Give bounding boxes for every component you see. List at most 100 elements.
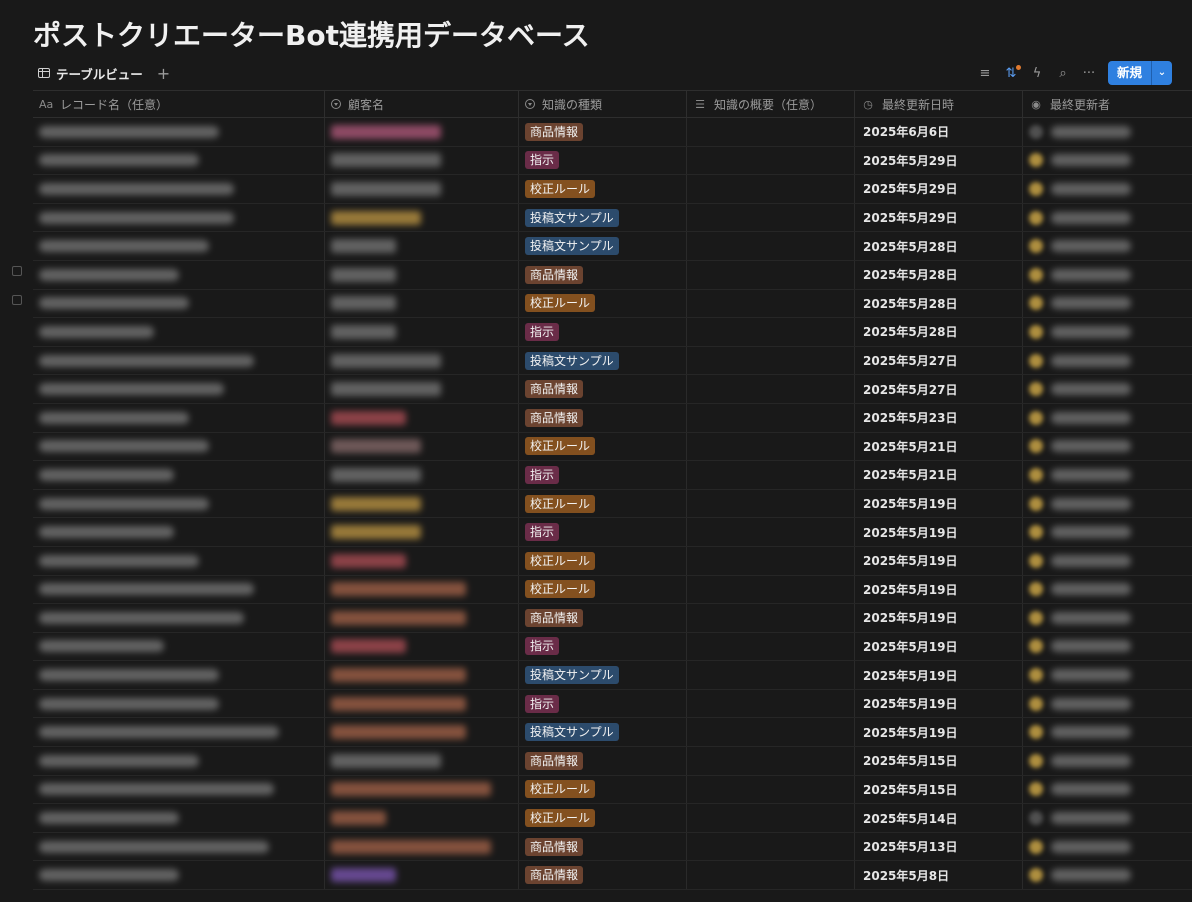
knowledge-type-cell[interactable]: 校正ルール xyxy=(519,775,687,804)
last-edited-by-cell[interactable] xyxy=(1023,290,1192,318)
last-edited-time-cell[interactable]: 2025年6月6日 xyxy=(855,118,1023,146)
table-row[interactable]: 商品情報 2025年5月8日 xyxy=(33,861,1192,891)
customer-cell[interactable] xyxy=(325,632,519,661)
summary-cell[interactable] xyxy=(687,432,855,461)
last-edited-time-cell[interactable]: 2025年5月19日 xyxy=(855,489,1023,518)
last-edited-time-cell[interactable]: 2025年5月19日 xyxy=(855,575,1023,604)
record-name-cell[interactable] xyxy=(33,747,325,775)
summary-cell[interactable] xyxy=(687,518,855,546)
column-header-knowledge-type[interactable]: 知識の種類 xyxy=(519,91,687,117)
customer-cell[interactable] xyxy=(325,118,519,146)
table-row[interactable]: 商品情報 2025年5月15日 xyxy=(33,747,1192,776)
last-edited-by-cell[interactable] xyxy=(1023,347,1192,375)
last-edited-time-cell[interactable]: 2025年5月19日 xyxy=(855,546,1023,575)
row-checkbox[interactable] xyxy=(12,295,22,305)
customer-cell[interactable] xyxy=(325,346,519,375)
customer-cell[interactable] xyxy=(325,832,519,861)
table-row[interactable]: 校正ルール 2025年5月19日 xyxy=(33,489,1192,519)
last-edited-by-cell[interactable] xyxy=(1023,833,1192,861)
summary-cell[interactable] xyxy=(687,318,855,346)
summary-cell[interactable] xyxy=(687,461,855,489)
last-edited-by-cell[interactable] xyxy=(1023,318,1192,346)
row-checkbox[interactable] xyxy=(12,266,22,276)
last-edited-by-cell[interactable] xyxy=(1023,861,1192,889)
table-row[interactable]: 校正ルール 2025年5月29日 xyxy=(33,175,1192,204)
knowledge-type-cell[interactable]: 商品情報 xyxy=(519,832,687,861)
knowledge-type-cell[interactable]: 商品情報 xyxy=(519,861,687,890)
knowledge-type-cell[interactable]: 指示 xyxy=(519,632,687,661)
record-name-cell[interactable] xyxy=(33,318,325,346)
table-row[interactable]: 校正ルール 2025年5月15日 xyxy=(33,775,1192,805)
knowledge-type-cell[interactable]: 校正ルール xyxy=(519,546,687,575)
summary-cell[interactable] xyxy=(687,289,855,318)
customer-cell[interactable] xyxy=(325,203,519,232)
record-name-cell[interactable] xyxy=(33,432,325,461)
table-row[interactable]: 指示 2025年5月19日 xyxy=(33,689,1192,719)
customer-cell[interactable] xyxy=(325,518,519,546)
record-name-cell[interactable] xyxy=(33,546,325,575)
record-name-cell[interactable] xyxy=(33,661,325,689)
knowledge-type-cell[interactable]: 指示 xyxy=(519,518,687,546)
automation-icon[interactable]: ϟ xyxy=(1030,66,1044,81)
knowledge-type-cell[interactable]: 商品情報 xyxy=(519,747,687,775)
table-row[interactable]: 投稿文サンプル 2025年5月19日 xyxy=(33,661,1192,690)
last-edited-time-cell[interactable]: 2025年5月14日 xyxy=(855,804,1023,832)
table-row[interactable]: 投稿文サンプル 2025年5月19日 xyxy=(33,718,1192,748)
last-edited-time-cell[interactable]: 2025年5月19日 xyxy=(855,604,1023,632)
sort-icon[interactable]: ⇅ xyxy=(1004,64,1021,81)
customer-cell[interactable] xyxy=(325,718,519,747)
summary-cell[interactable] xyxy=(687,232,855,260)
last-edited-time-cell[interactable]: 2025年5月19日 xyxy=(855,632,1023,661)
record-name-cell[interactable] xyxy=(33,461,325,489)
knowledge-type-cell[interactable]: 校正ルール xyxy=(519,175,687,203)
last-edited-time-cell[interactable]: 2025年5月19日 xyxy=(855,518,1023,546)
summary-cell[interactable] xyxy=(687,604,855,632)
knowledge-type-cell[interactable]: 投稿文サンプル xyxy=(519,661,687,689)
table-row[interactable]: 指示 2025年5月21日 xyxy=(33,461,1192,490)
knowledge-type-cell[interactable]: 校正ルール xyxy=(519,804,687,832)
record-name-cell[interactable] xyxy=(33,289,325,318)
knowledge-type-cell[interactable]: 指示 xyxy=(519,689,687,718)
last-edited-time-cell[interactable]: 2025年5月21日 xyxy=(855,432,1023,461)
customer-cell[interactable] xyxy=(325,747,519,775)
table-row[interactable]: 商品情報 2025年5月28日 xyxy=(33,260,1192,290)
table-row[interactable]: 投稿文サンプル 2025年5月29日 xyxy=(33,203,1192,233)
last-edited-time-cell[interactable]: 2025年5月28日 xyxy=(855,318,1023,346)
table-row[interactable]: 指示 2025年5月19日 xyxy=(33,632,1192,662)
new-button[interactable]: 新規 ⌄ xyxy=(1107,61,1172,85)
last-edited-by-cell[interactable] xyxy=(1023,404,1192,432)
knowledge-type-cell[interactable]: 投稿文サンプル xyxy=(519,346,687,375)
knowledge-type-cell[interactable]: 投稿文サンプル xyxy=(519,232,687,260)
knowledge-type-cell[interactable]: 校正ルール xyxy=(519,432,687,461)
table-row[interactable]: 校正ルール 2025年5月19日 xyxy=(33,575,1192,605)
customer-cell[interactable] xyxy=(325,232,519,260)
customer-cell[interactable] xyxy=(325,461,519,489)
last-edited-by-cell[interactable] xyxy=(1023,747,1192,775)
customer-cell[interactable] xyxy=(325,546,519,575)
table-row[interactable]: 商品情報 2025年5月23日 xyxy=(33,403,1192,433)
summary-cell[interactable] xyxy=(687,718,855,747)
summary-cell[interactable] xyxy=(687,203,855,232)
last-edited-by-cell[interactable] xyxy=(1023,633,1192,661)
knowledge-type-cell[interactable]: 商品情報 xyxy=(519,604,687,632)
customer-cell[interactable] xyxy=(325,489,519,518)
record-name-cell[interactable] xyxy=(33,604,325,632)
customer-cell[interactable] xyxy=(325,175,519,203)
summary-cell[interactable] xyxy=(687,146,855,175)
last-edited-by-cell[interactable] xyxy=(1023,661,1192,689)
summary-cell[interactable] xyxy=(687,546,855,575)
last-edited-by-cell[interactable] xyxy=(1023,576,1192,604)
customer-cell[interactable] xyxy=(325,260,519,289)
record-name-cell[interactable] xyxy=(33,518,325,546)
table-row[interactable]: 校正ルール 2025年5月28日 xyxy=(33,289,1192,319)
customer-cell[interactable] xyxy=(325,689,519,718)
table-row[interactable]: 商品情報 2025年5月19日 xyxy=(33,604,1192,633)
record-name-cell[interactable] xyxy=(33,775,325,804)
customer-cell[interactable] xyxy=(325,146,519,175)
last-edited-by-cell[interactable] xyxy=(1023,604,1192,632)
search-icon[interactable]: ⌕ xyxy=(1056,66,1070,81)
summary-cell[interactable] xyxy=(687,747,855,775)
summary-cell[interactable] xyxy=(687,118,855,146)
record-name-cell[interactable] xyxy=(33,804,325,832)
customer-cell[interactable] xyxy=(325,775,519,804)
